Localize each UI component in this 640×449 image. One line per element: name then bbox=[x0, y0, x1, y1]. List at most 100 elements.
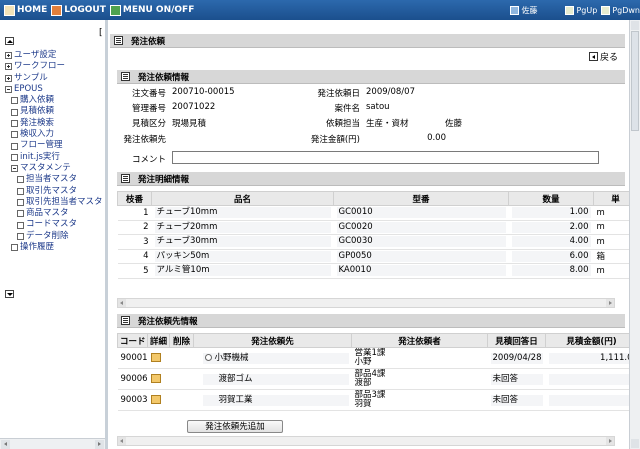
vendor-radio[interactable] bbox=[204, 353, 212, 361]
cell-model-text: GC0030 bbox=[336, 236, 506, 248]
scroll-right-icon[interactable] bbox=[95, 440, 104, 449]
sidebar-item-label: 商品マスタ bbox=[26, 208, 69, 219]
user-name: 佐藤 bbox=[510, 5, 537, 16]
scrollbar-thumb[interactable] bbox=[631, 31, 639, 131]
menu-bullet-icon bbox=[11, 97, 18, 105]
detail-horizontal-scrollbar[interactable] bbox=[117, 298, 615, 308]
cell-quote-amount bbox=[545, 389, 630, 411]
table-row[interactable]: 90003 羽賀工業 部品3課 羽賀 未回答 bbox=[117, 389, 630, 411]
cell-model-text: KA0010 bbox=[336, 265, 506, 277]
order-detail-table: 枝番 品名 型番 数量単 1 チューブ10mm GC0010 1.00 m 2 チューブ20mm G… bbox=[117, 191, 630, 279]
cell-qty-text: 4.00 bbox=[511, 236, 591, 248]
quote-amount bbox=[548, 394, 630, 406]
sidebar-item[interactable]: データ削除 bbox=[5, 231, 105, 242]
detail-icon[interactable] bbox=[150, 395, 161, 404]
menu-toggle-link[interactable]: MENU ON/OFF bbox=[109, 4, 194, 16]
sidebar-item[interactable]: 購入依頼 bbox=[5, 95, 105, 106]
order-info-header: 発注依頼情報 bbox=[117, 70, 625, 84]
table-row[interactable]: 4 パッキン50m GP0050 6.00 箱 bbox=[117, 249, 630, 264]
sidebar-item[interactable]: 見積依頼 bbox=[5, 106, 105, 117]
frame-divider[interactable] bbox=[105, 20, 108, 449]
cell-name: パッキン50m bbox=[151, 249, 334, 264]
sidebar-item[interactable]: サンプル bbox=[5, 73, 105, 84]
sidebar-item[interactable]: 商品マスタ bbox=[5, 208, 105, 219]
comment-input[interactable] bbox=[172, 151, 599, 164]
sidebar-item[interactable]: 担当者マスタ bbox=[5, 174, 105, 185]
menu-bullet-icon bbox=[17, 176, 24, 184]
sidebar-item[interactable]: 検収入力 bbox=[5, 129, 105, 140]
sidebar-horizontal-scrollbar[interactable] bbox=[0, 438, 105, 449]
page-title-bar: 発注依頼 bbox=[110, 34, 625, 48]
cell-model: GC0020 bbox=[333, 220, 509, 235]
detail-icon[interactable] bbox=[150, 374, 161, 383]
cell-unit-text: m bbox=[596, 207, 605, 218]
column-header: 枝番 bbox=[117, 191, 152, 206]
sidebar-item-label: ワークフロー bbox=[14, 61, 66, 72]
page-up-link[interactable]: PgUp bbox=[565, 5, 597, 15]
sidebar-item[interactable]: マスタメンテ bbox=[5, 163, 105, 174]
form-icon bbox=[121, 174, 130, 183]
vendor-name: 渡部ゴム bbox=[218, 373, 253, 384]
vendor-horizontal-scrollbar[interactable] bbox=[117, 436, 615, 446]
sidebar-item-label: フロー管理 bbox=[20, 140, 63, 151]
sidebar-item-label: 検収入力 bbox=[20, 129, 55, 140]
add-vendor-button[interactable]: 発注依頼先追加 bbox=[187, 420, 283, 433]
cell-delete bbox=[169, 389, 194, 411]
table-row[interactable]: 90006 渡部ゴム 部品4課 渡部 未回答 bbox=[117, 368, 630, 390]
cell-model: KA0010 bbox=[333, 263, 509, 279]
sidebar-item[interactable]: ワークフロー bbox=[5, 61, 105, 72]
cell-no: 2 bbox=[117, 220, 152, 235]
sidebar-item[interactable]: 取引先担当者マスタ bbox=[5, 197, 105, 208]
sidebar-item[interactable]: ユーザ設定 bbox=[5, 50, 105, 61]
main-vertical-scrollbar[interactable] bbox=[629, 20, 640, 449]
expand-down-icon[interactable] bbox=[5, 290, 14, 298]
table-row[interactable]: 2 チューブ20mm GC0020 2.00 m bbox=[117, 220, 630, 235]
page-down-link[interactable]: PgDwn bbox=[601, 5, 640, 15]
sidebar-item[interactable]: 発注検索 bbox=[5, 118, 105, 129]
table-row[interactable]: 5 アルミ管10m KA0010 8.00 m bbox=[117, 263, 630, 279]
collapse-up-icon[interactable] bbox=[5, 37, 14, 45]
home-link[interactable]: HOME bbox=[4, 4, 47, 16]
quote-type-label: 見積区分 bbox=[131, 119, 166, 129]
sidebar-item[interactable]: init.js実行 bbox=[5, 152, 105, 163]
cell-name: チューブ10mm bbox=[151, 205, 334, 221]
cell-no-text: 1 bbox=[143, 207, 149, 218]
cell-delete bbox=[169, 347, 194, 369]
scroll-left-icon[interactable] bbox=[118, 437, 126, 445]
sidebar-item-label: データ削除 bbox=[26, 230, 69, 241]
cell-model-text: GC0020 bbox=[336, 221, 506, 233]
scroll-right-icon[interactable] bbox=[606, 299, 614, 307]
scroll-left-icon[interactable] bbox=[1, 440, 10, 449]
table-row[interactable]: 90001 小野機械 営業1課 小野 2009/04/28 1,111.0 bbox=[117, 347, 630, 369]
cell-reply-date: 未回答 bbox=[487, 389, 546, 411]
case-label: 案件名 bbox=[334, 104, 360, 114]
scroll-down-icon[interactable] bbox=[631, 439, 639, 448]
cell-model: GC0010 bbox=[333, 205, 509, 221]
detail-icon[interactable] bbox=[150, 353, 161, 362]
top-toolbar: HOME LOGOUT MENU ON/OFF 佐藤 PgUp PgDwn bbox=[0, 0, 640, 20]
table-row[interactable]: 3 チューブ30mm GC0030 4.00 m bbox=[117, 234, 630, 250]
quote-amount: 1,111.0 bbox=[548, 352, 630, 364]
back-link[interactable]: 戻る bbox=[588, 50, 618, 63]
cell-reply-date: 2009/04/28 bbox=[487, 347, 546, 369]
reply-date: 未回答 bbox=[490, 394, 543, 406]
sidebar-item[interactable]: コードマスタ bbox=[5, 219, 105, 230]
sidebar-item[interactable]: フロー管理 bbox=[5, 140, 105, 151]
sidebar-item[interactable]: EPOUS bbox=[5, 84, 105, 95]
cell-qty-text: 8.00 bbox=[511, 265, 591, 277]
column-header: コード bbox=[117, 333, 148, 348]
logout-link[interactable]: LOGOUT bbox=[51, 4, 106, 16]
home-icon bbox=[4, 4, 15, 16]
sidebar-item-label: ユーザ設定 bbox=[14, 50, 57, 60]
scroll-right-icon[interactable] bbox=[606, 437, 614, 445]
column-header: 数量 bbox=[508, 191, 594, 206]
sidebar-item[interactable]: 取引先マスタ bbox=[5, 186, 105, 197]
table-row[interactable]: 1 チューブ10mm GC0010 1.00 m bbox=[117, 205, 630, 221]
sidebar-item-label: 発注検索 bbox=[20, 117, 55, 128]
scroll-left-icon[interactable] bbox=[118, 299, 126, 307]
scroll-up-icon[interactable] bbox=[631, 21, 639, 30]
sidebar-item[interactable]: 操作履歴 bbox=[5, 242, 105, 253]
menu-bullet-icon bbox=[11, 119, 18, 127]
sidebar-bracket: [ bbox=[99, 28, 103, 38]
column-header: 発注依頼者 bbox=[351, 333, 488, 348]
